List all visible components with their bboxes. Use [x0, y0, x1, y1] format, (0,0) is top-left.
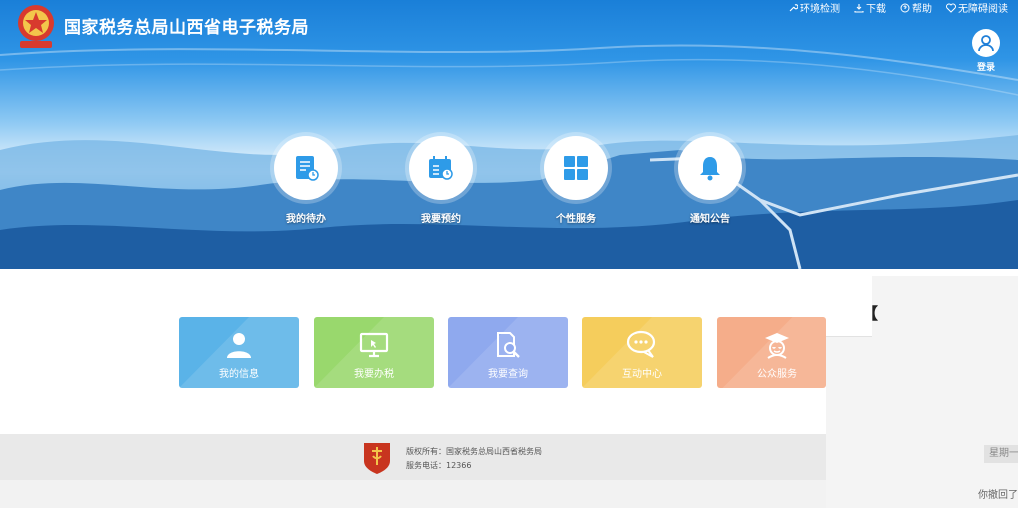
user-icon	[227, 333, 251, 358]
tile-my-info[interactable]: 我的信息	[179, 317, 299, 388]
header-banner: 国家税务总局山西省电子税务局 环境检测 下载 帮助 无障碍阅读 登录 我的待办 …	[0, 0, 1018, 269]
download-label: 下载	[866, 4, 886, 15]
login-label: 登录	[976, 63, 995, 73]
site-title: 国家税务总局山西省电子税务局	[64, 18, 309, 38]
quick-appointment-label: 我要预约	[421, 214, 461, 225]
env-check-link[interactable]: 环境检测	[788, 0, 840, 15]
quick-notice-label: 通知公告	[690, 214, 730, 225]
accessibility-label: 无障碍阅读	[958, 4, 1008, 15]
tile-tax-handling-label: 我要办税	[354, 369, 394, 380]
todo-list-icon	[296, 156, 319, 181]
quick-service-circle	[544, 136, 608, 200]
weekday-badge: 星期一	[984, 445, 1018, 463]
login-circle	[972, 29, 1000, 57]
tax-shield-logo	[364, 443, 390, 474]
tile-query-label: 我要查询	[488, 369, 528, 380]
service-phone-text: 服务电话：12366	[406, 461, 472, 470]
quick-appointment[interactable]: 我要预约	[401, 136, 481, 225]
user-avatar-icon	[978, 35, 994, 52]
quick-notice[interactable]: 通知公告	[670, 136, 750, 225]
tile-interaction-label: 互动中心	[622, 369, 662, 380]
chat-icon	[626, 330, 656, 358]
tile-interaction[interactable]: 互动中心	[582, 317, 702, 388]
help-link[interactable]: 帮助	[900, 0, 932, 15]
calendar-clock-icon	[429, 156, 453, 180]
top-links: 环境检测 下载 帮助 无障碍阅读	[788, 0, 1008, 15]
heart-icon	[946, 3, 956, 13]
help-icon	[900, 3, 910, 12]
tile-public-service-label: 公众服务	[757, 369, 797, 380]
monitor-icon	[359, 332, 389, 358]
tile-tax-handling[interactable]: 我要办税	[314, 317, 434, 388]
wrench-icon	[789, 3, 798, 11]
bell-icon	[700, 157, 720, 181]
accessibility-link[interactable]: 无障碍阅读	[946, 0, 1008, 15]
quick-notice-circle	[678, 136, 742, 200]
side-chat-panel: 【 星期一 你撤回了	[826, 276, 1018, 508]
tile-public-service[interactable]: 公众服务	[717, 317, 826, 388]
bottom-strip	[0, 480, 826, 508]
side-panel-bracket: 【	[862, 304, 879, 323]
grid-icon	[564, 156, 588, 180]
tax-bureau-emblem	[18, 5, 54, 48]
quick-appointment-circle	[409, 136, 473, 200]
login-button[interactable]: 登录	[969, 29, 1003, 73]
env-check-label: 环境检测	[800, 4, 840, 15]
tile-query[interactable]: 我要查询	[448, 317, 568, 388]
footer: 版权所有：国家税务总局山西省税务局 服务电话：12366	[0, 434, 826, 480]
download-link[interactable]: 下载	[854, 0, 886, 15]
revoke-message: 你撤回了	[978, 490, 1018, 501]
copyright-text: 版权所有：国家税务总局山西省税务局	[406, 447, 542, 456]
tile-my-info-label: 我的信息	[219, 369, 259, 380]
download-icon	[854, 3, 864, 13]
document-search-icon	[497, 332, 520, 358]
graduate-icon	[765, 333, 789, 359]
quick-service-label: 个性服务	[556, 214, 596, 225]
mountain-scenery	[0, 44, 1018, 269]
quick-personal-service[interactable]: 个性服务	[536, 136, 616, 225]
help-label: 帮助	[912, 4, 932, 15]
quick-todo-circle	[274, 136, 338, 200]
quick-my-todo[interactable]: 我的待办	[266, 136, 346, 225]
quick-todo-label: 我的待办	[286, 214, 326, 225]
